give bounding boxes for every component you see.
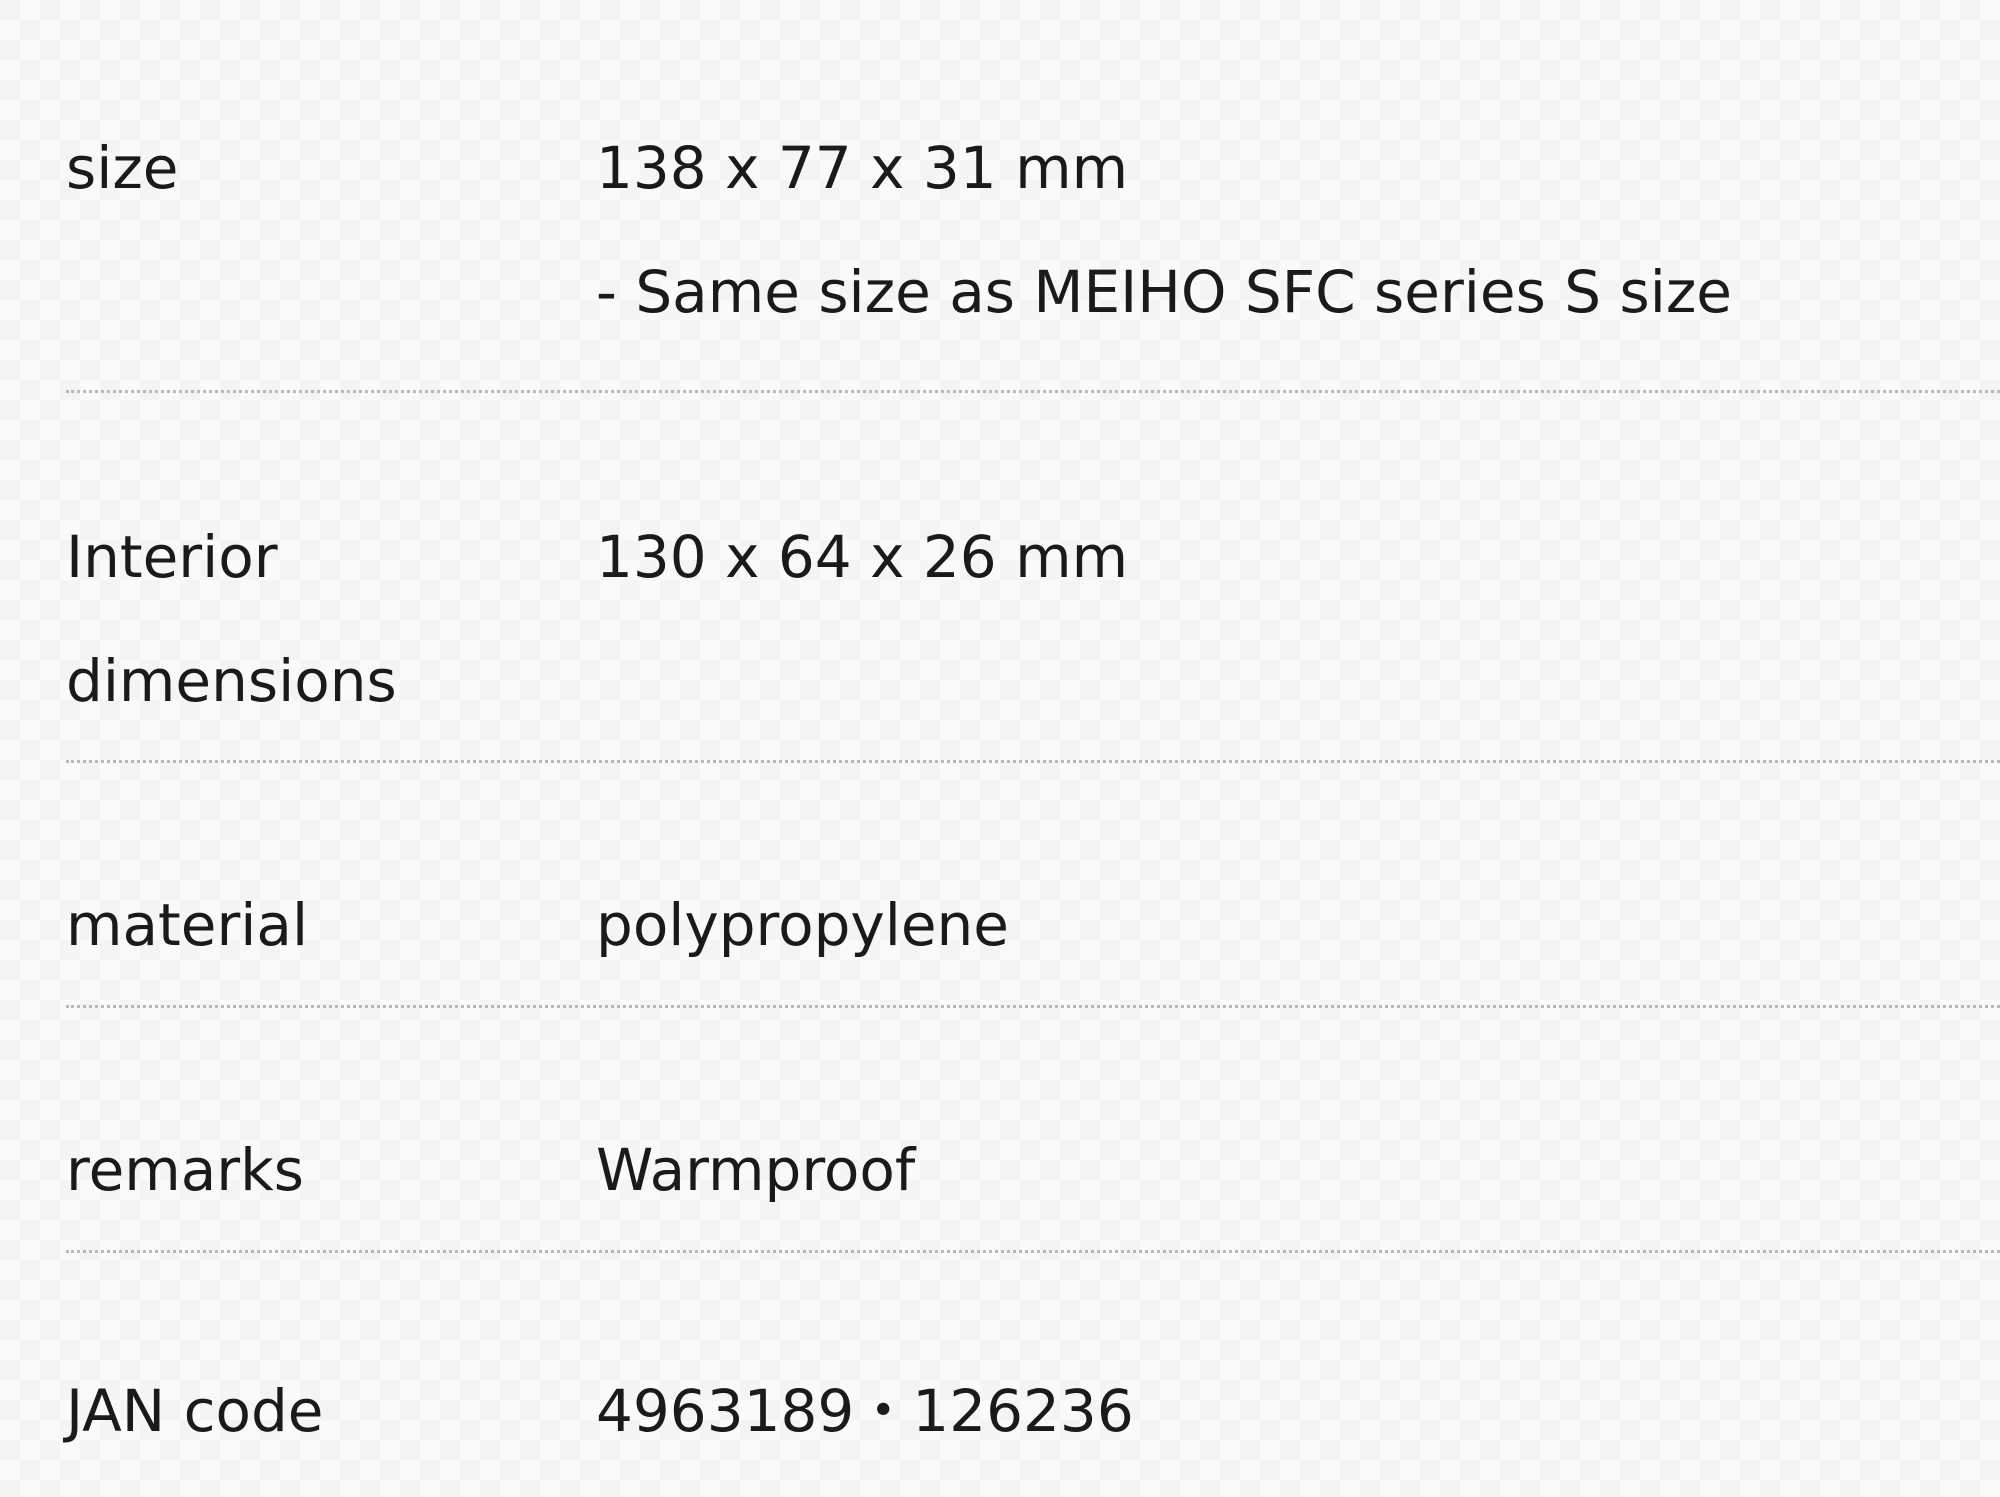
spec-value: 130 x 64 x 26 mm [596,393,2000,760]
spec-value: Warmproof [596,1008,2000,1250]
spec-row-material: material polypropylene [66,763,2000,1008]
spec-label: size [66,134,179,202]
spec-value-note: - Same size as MEIHO SFC series S size [596,258,1732,326]
spec-row-jan-code: JAN code 4963189・126236 [66,1253,2000,1497]
spec-value: polypropylene [596,763,2000,1005]
spec-label: remarks [66,1136,304,1204]
spec-row-interior-dimensions: Interior dimensions 130 x 64 x 26 mm [66,393,2000,763]
spec-row-remarks: remarks Warmproof [66,1008,2000,1253]
spec-label: JAN code [66,1377,324,1445]
spec-value: 138 x 77 x 31 mm - Same size as MEIHO SF… [596,0,2000,390]
spec-value: 4963189・126236 [596,1253,2000,1497]
spec-label: material [66,891,309,959]
spec-value-line: 130 x 64 x 26 mm [596,523,1129,591]
spec-row-size: size 138 x 77 x 31 mm - Same size as MEI… [66,0,2000,393]
spec-value-line: 138 x 77 x 31 mm [596,134,1129,202]
spec-value-line: polypropylene [596,891,1009,959]
spec-value-line: 4963189・126236 [596,1377,1134,1445]
spec-table: size 138 x 77 x 31 mm - Same size as MEI… [66,0,2000,1497]
spec-label: Interior dimensions [66,523,397,715]
spec-value-line: Warmproof [596,1136,916,1204]
